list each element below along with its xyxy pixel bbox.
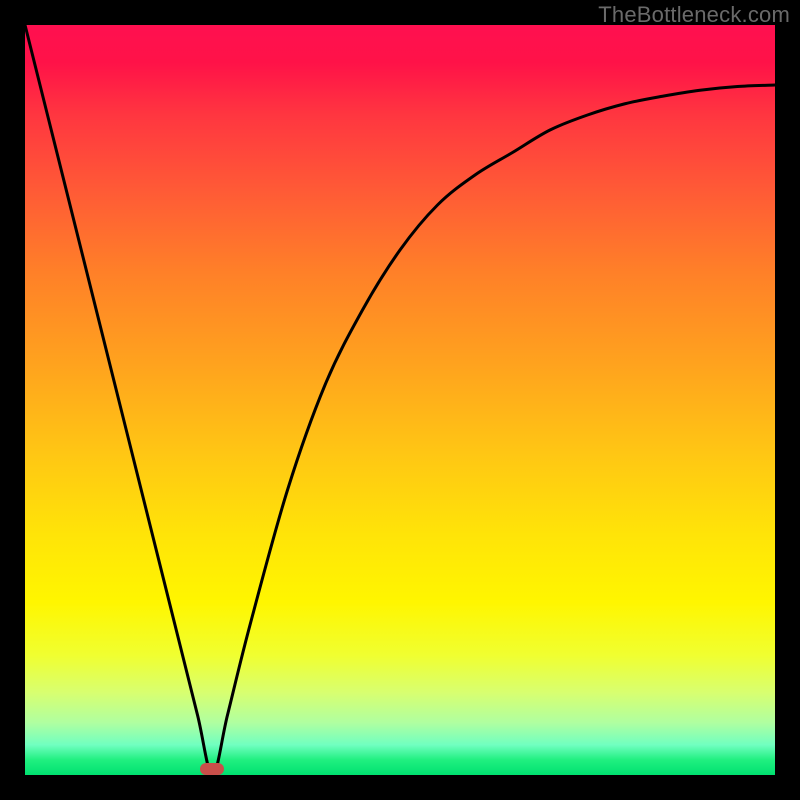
curve-svg <box>25 25 775 775</box>
bottleneck-curve <box>25 25 775 775</box>
minimum-marker <box>200 763 224 775</box>
watermark-text: TheBottleneck.com <box>598 2 790 28</box>
chart-area <box>25 25 775 775</box>
